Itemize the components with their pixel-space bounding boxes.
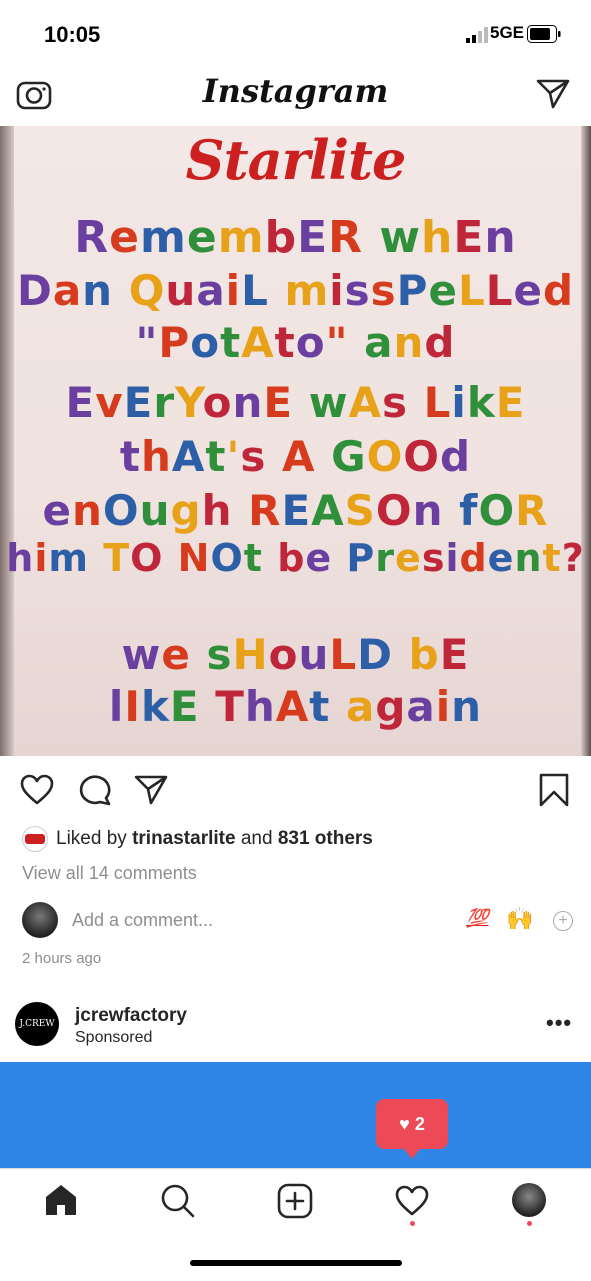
likes-others[interactable]: 831 others — [278, 828, 373, 849]
magnet-line: Dan QuaiL missPeLLed — [16, 266, 575, 315]
signal-icon — [466, 27, 488, 43]
comment-icon[interactable] — [78, 774, 112, 806]
status-bar: 10:05 5GE — [0, 0, 591, 64]
add-emoji-icon[interactable]: + — [553, 911, 573, 931]
add-comment-row: Add a comment... 💯 🙌 + — [22, 902, 573, 940]
activity-notification-bubble[interactable]: ♥ 2 — [376, 1099, 448, 1159]
top-bar: Instagram — [0, 64, 591, 127]
like-heart-icon[interactable] — [20, 774, 54, 806]
view-all-comments-link[interactable]: View all 14 comments — [22, 863, 197, 884]
magnet-line: RemembER whEn — [74, 212, 517, 263]
search-icon[interactable] — [160, 1183, 196, 1219]
magnet-line: him TO NOt be President? — [6, 536, 585, 580]
notification-count: 2 — [414, 1114, 425, 1134]
profile-indicator-dot — [527, 1221, 532, 1226]
share-icon[interactable] — [134, 774, 168, 806]
post-image[interactable]: Starlite RemembER whEn Dan QuaiL missPeL… — [0, 126, 591, 756]
magnet-line: lIkE ThAt again — [108, 682, 483, 731]
magnet-line: we sHouLD bE — [121, 630, 470, 679]
sponsored-label: Sponsored — [75, 1029, 153, 1046]
profile-avatar[interactable] — [512, 1183, 546, 1217]
add-comment-input[interactable]: Add a comment... — [72, 910, 213, 931]
new-post-icon[interactable] — [277, 1183, 313, 1219]
post-time-ago: 2 hours ago — [22, 950, 102, 967]
activity-indicator-dot — [410, 1221, 415, 1226]
liker-username[interactable]: trinastarlite — [132, 828, 235, 849]
likes-line[interactable]: Liked by trinastarlite and 831 others — [22, 826, 373, 852]
likes-prefix: Liked by — [56, 828, 127, 850]
bookmark-icon[interactable] — [538, 773, 570, 807]
instagram-logo: Instagram — [202, 72, 389, 110]
status-time: 10:05 — [44, 22, 101, 47]
magnet-line: EvErYonE wAs LikE — [65, 378, 526, 427]
likes-and: and — [240, 828, 273, 850]
sponsored-image[interactable] — [0, 1062, 591, 1168]
raised-hands-emoji-button[interactable]: 🙌 — [506, 906, 533, 932]
jcrew-avatar[interactable]: J.CREW — [15, 1002, 59, 1046]
post-actions — [0, 756, 591, 826]
home-indicator — [190, 1260, 402, 1266]
magnet-line: enOugh REASOn fOR — [42, 486, 549, 535]
battery-icon — [527, 25, 561, 43]
sponsored-username[interactable]: jcrewfactory — [75, 1005, 187, 1027]
my-avatar — [22, 902, 58, 938]
sponsored-post-header: J.CREW jcrewfactory Sponsored ••• — [0, 996, 591, 1062]
magnet-line: "PotAto" and — [135, 318, 456, 367]
home-icon[interactable] — [44, 1183, 78, 1217]
heart-icon: ♥ — [399, 1114, 410, 1134]
direct-message-icon[interactable] — [536, 78, 570, 110]
hundred-emoji-button[interactable]: 💯 — [466, 908, 488, 929]
starlite-magnet: Starlite — [185, 128, 407, 192]
more-options-icon[interactable]: ••• — [546, 1010, 572, 1036]
activity-heart-icon[interactable] — [395, 1185, 429, 1217]
liker-avatar — [22, 826, 48, 852]
magnet-line: thAt's A GOOd — [119, 432, 472, 481]
network-label: 5GE — [490, 23, 525, 42]
